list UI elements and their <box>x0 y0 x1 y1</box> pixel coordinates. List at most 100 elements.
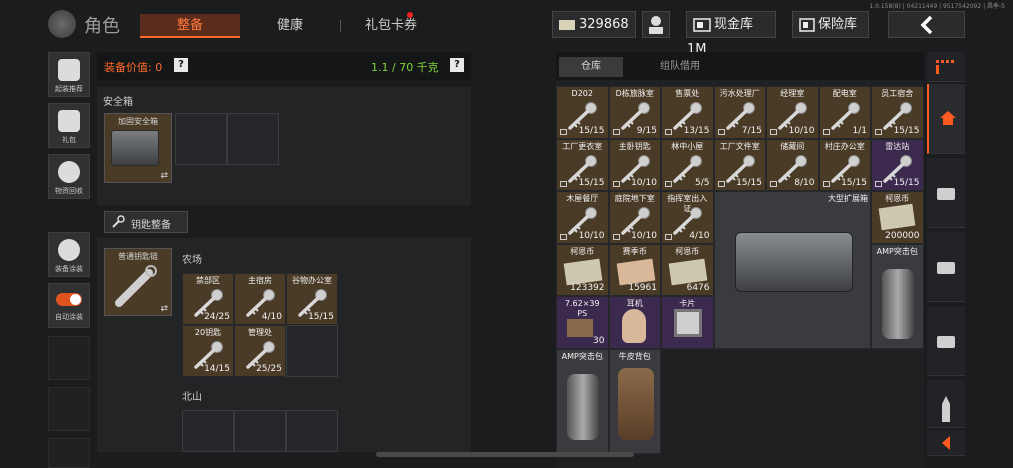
backpack-item[interactable]: 牛皮背包 <box>608 348 661 454</box>
value-help-icon[interactable]: ? <box>174 58 188 72</box>
container-button-3[interactable] <box>927 306 965 376</box>
home-button[interactable] <box>927 84 965 154</box>
safe-icon <box>799 17 815 32</box>
item-count: 4/10 <box>689 230 710 241</box>
storage-key-item[interactable]: 储藏间 8/10 <box>766 138 819 191</box>
key-loadout-button[interactable]: 钥匙整备 <box>104 211 188 233</box>
version-text: 1.0.158(8) | 04211449 | 9517542092 | 昌季-… <box>869 3 1005 10</box>
item-count: 15/15 <box>893 125 920 136</box>
item-count: 15/15 <box>893 178 920 188</box>
storage-key-item[interactable]: D202 15/15 <box>556 86 609 139</box>
key-type-icon <box>822 128 830 135</box>
safe-vault-button[interactable]: 保险库 <box>792 11 869 38</box>
storage-key-item[interactable]: 工厂文件室 15/15 <box>713 138 766 191</box>
sidebar-empty-slot <box>48 336 90 380</box>
key-panel: 普通钥匙链 ⇄ 农场 禁部区 24/25 主宿房 4/10 谷物办公室 15/15 20钥匙… <box>97 238 471 452</box>
key-item[interactable]: 谷物办公室 15/15 <box>286 273 338 325</box>
item-count: 5/5 <box>695 178 710 188</box>
item-count: 200000 <box>885 230 920 241</box>
menu-grid-icon <box>936 60 954 74</box>
sidebar-item-equipment-paint[interactable]: 装备涂装 <box>48 232 90 277</box>
cash-vault-button[interactable]: 现金库 1M <box>686 11 776 57</box>
earpiece-icon <box>621 309 646 343</box>
sidebar-item-recycle[interactable]: 物资回收 <box>48 154 90 199</box>
item-count: 6476 <box>686 283 710 293</box>
storage-key-item[interactable]: 售票处 13/15 <box>661 86 714 139</box>
swap-icon[interactable]: ⇄ <box>160 171 168 181</box>
container-icon <box>937 188 955 200</box>
sidebar-item-auto-paint[interactable]: 自动涂装 <box>48 283 90 328</box>
storage-key-item[interactable]: 林中小屋 5/5 <box>661 138 714 191</box>
storage-key-item[interactable]: 员工宿舍 15/15 <box>871 86 924 139</box>
storage-key-item[interactable]: 指挥室出入证 4/10 <box>661 191 714 244</box>
item-name: 7.62×39 PS <box>564 299 600 318</box>
amp-grenade-item[interactable]: AMP突击包 <box>556 348 609 454</box>
item-count: 10/10 <box>631 230 657 241</box>
tab-team-borrow[interactable]: 组队借用 <box>640 57 720 77</box>
storage-key-item[interactable]: 庭院地下室 10/10 <box>608 191 661 244</box>
key-item[interactable]: 20钥匙 14/15 <box>182 325 234 377</box>
currency-item[interactable]: 柯恩币 123392 <box>556 243 609 296</box>
trader-button[interactable] <box>642 11 670 38</box>
item-count: 24/25 <box>204 312 230 322</box>
currency-display[interactable]: 329868 <box>552 11 636 38</box>
swap-icon[interactable]: ⇄ <box>160 304 168 314</box>
key-item[interactable]: 禁部区 24/25 <box>182 273 234 325</box>
storage-key-item[interactable]: 木屋餐厅 10/10 <box>556 191 609 244</box>
keychain-slot[interactable]: 普通钥匙链 ⇄ <box>104 248 172 316</box>
ammo-item[interactable]: 7.62×39 PS 30 <box>556 296 609 349</box>
large-expansion-case[interactable]: 大型扩展箱 <box>713 191 871 349</box>
item-name: 工厂文件室 <box>719 141 760 151</box>
menu-grid-button[interactable] <box>927 52 965 82</box>
storage-key-item[interactable]: 村庄办公室 15/15 <box>818 138 871 191</box>
tab-divider <box>340 20 341 32</box>
empty-key-slot <box>182 410 234 452</box>
storage-key-item[interactable]: 污水处理厂 7/15 <box>713 86 766 139</box>
item-name: D202 <box>571 89 593 98</box>
key-type-icon <box>612 181 620 187</box>
toggle-icon[interactable] <box>56 293 82 306</box>
horizontal-scrollbar[interactable] <box>376 452 634 457</box>
empty-key-slot <box>234 410 286 452</box>
item-count: 8/10 <box>794 178 815 188</box>
weight-help-icon[interactable]: ? <box>450 58 464 72</box>
item-name: 谷物办公室 <box>292 276 332 285</box>
tab-warehouse[interactable]: 仓库 <box>559 57 623 77</box>
container-button-2[interactable] <box>927 232 965 302</box>
tab-health[interactable]: 健康 <box>250 14 330 38</box>
safe-vault-label: 保险库 <box>818 17 858 32</box>
sidebar-label: 装备涂装 <box>55 265 83 273</box>
north-mountain-title: 北山 <box>182 392 202 403</box>
storage-key-item[interactable]: 主卧钥匙 10/10 <box>608 138 661 191</box>
chevron-left-icon <box>942 436 950 450</box>
back-button[interactable] <box>888 11 965 38</box>
item-name: 主宿房 <box>248 276 272 285</box>
item-name: 雷达站 <box>885 141 910 151</box>
item-name: D栋旅脉室 <box>615 89 654 98</box>
sidebar-item-recommended-loadout[interactable]: 起装推荐 <box>48 52 90 97</box>
currency-item[interactable]: 柯恩币 200000 <box>871 191 924 244</box>
amp-grenade-item[interactable]: AMP突击包 <box>871 243 924 349</box>
earpiece-item[interactable]: 耳机 <box>608 296 661 349</box>
item-count: 10/10 <box>788 125 815 136</box>
sidebar-label: 自动涂装 <box>55 313 83 321</box>
sidebar-item-gift[interactable]: 礼包 <box>48 103 90 148</box>
tab-equipment[interactable]: 整备 <box>140 14 240 38</box>
key-item[interactable]: 主宿房 4/10 <box>234 273 286 325</box>
storage-key-item[interactable]: 经理室 10/10 <box>766 86 819 139</box>
safe-box-slot[interactable]: 加固安全箱 ⇄ <box>104 113 172 183</box>
currency-item[interactable]: 赛季币 15961 <box>608 243 661 296</box>
container-button-1[interactable] <box>927 158 965 228</box>
storage-key-item[interactable]: 配电室 1/1 <box>818 86 871 139</box>
currency-item[interactable]: 柯恩币 6476 <box>661 243 714 296</box>
key-item[interactable]: 管理处 25/25 <box>234 325 286 377</box>
tab-gift-vouchers[interactable]: 礼包卡券 <box>352 14 430 38</box>
item-count: 30 <box>593 335 605 346</box>
storage-key-item[interactable]: 雷达站 15/15 <box>871 138 924 191</box>
storage-key-item[interactable]: D栋旅脉室 9/15 <box>608 86 661 139</box>
key-type-icon <box>717 181 725 187</box>
collapse-button[interactable] <box>927 430 965 456</box>
card-item[interactable]: 卡片 <box>661 296 714 349</box>
storage-key-item[interactable]: 工厂更衣室 15/15 <box>556 138 609 191</box>
ammo-button[interactable] <box>927 380 965 428</box>
